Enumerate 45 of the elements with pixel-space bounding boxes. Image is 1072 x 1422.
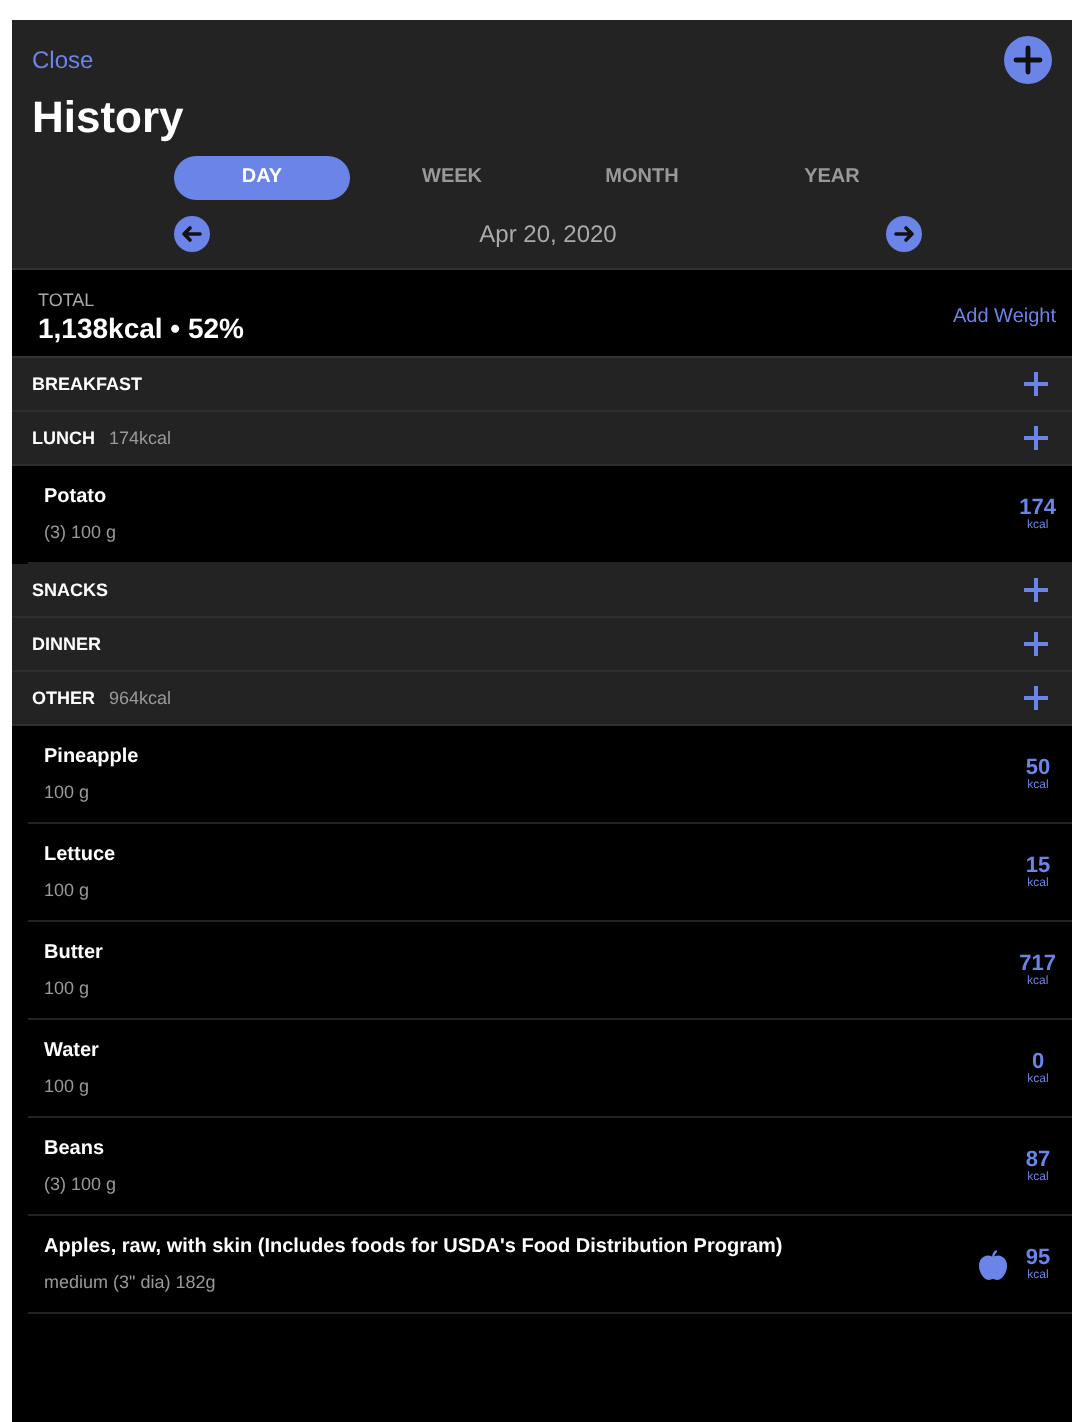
food-name: Pineapple — [44, 746, 141, 768]
calorie-value: 15 — [1025, 854, 1051, 878]
meal-name: SNACKS — [32, 580, 109, 600]
meal-total: 174kcal — [109, 428, 172, 448]
calorie-value: 717 — [1019, 952, 1056, 976]
food-name: Butter — [44, 942, 105, 964]
food-amount: (3) 100 g — [44, 522, 119, 542]
food-amount: 100 g — [44, 978, 92, 998]
previous-day-icon[interactable] — [174, 216, 210, 252]
meal-name: OTHER — [32, 688, 95, 708]
add-icon[interactable] — [1024, 578, 1048, 602]
meal-name: LUNCH — [32, 428, 95, 448]
close-link[interactable]: Close — [32, 46, 94, 74]
next-day-icon[interactable] — [886, 216, 922, 252]
calorie-value: 174 — [1019, 496, 1056, 520]
calorie-value: 0 — [1031, 1050, 1045, 1074]
add-icon[interactable] — [1004, 36, 1052, 84]
food-name: Apples, raw, with skin (Includes foods for USDA's Food Distribution Program) — [44, 1236, 785, 1258]
period-tab[interactable]: MONTH — [554, 156, 730, 200]
total-label: TOTAL — [38, 290, 97, 310]
meal-total: 964kcal — [109, 688, 172, 708]
page-title: History — [32, 92, 186, 144]
food-name: Potato — [44, 486, 109, 508]
food-amount: 100 g — [44, 1076, 92, 1096]
food-amount: 100 g — [44, 782, 92, 802]
food-name: Water — [44, 1040, 101, 1062]
date-label: Apr 20, 2020 — [479, 220, 617, 248]
calorie-value: 50 — [1025, 756, 1051, 780]
period-tab[interactable]: YEAR — [744, 156, 920, 200]
add-icon[interactable] — [1024, 686, 1048, 710]
meal-name: BREAKFAST — [32, 374, 143, 394]
meal-name: DINNER — [32, 634, 102, 654]
total-value: 1,138kcal • 52% — [38, 312, 244, 344]
add-icon[interactable] — [1024, 372, 1048, 396]
food-amount: 100 g — [44, 880, 92, 900]
calorie-value: 87 — [1025, 1148, 1051, 1172]
food-name: Lettuce — [44, 844, 118, 866]
period-tab[interactable]: WEEK — [364, 156, 540, 200]
food-amount: medium (3" dia) 182g — [44, 1272, 218, 1292]
food-name: Beans — [44, 1138, 107, 1160]
add-weight-link[interactable]: Add Weight — [952, 306, 1056, 328]
add-icon[interactable] — [1024, 426, 1048, 450]
calorie-value: 95 — [1025, 1246, 1051, 1270]
add-icon[interactable] — [1024, 632, 1048, 656]
food-amount: (3) 100 g — [44, 1174, 119, 1194]
